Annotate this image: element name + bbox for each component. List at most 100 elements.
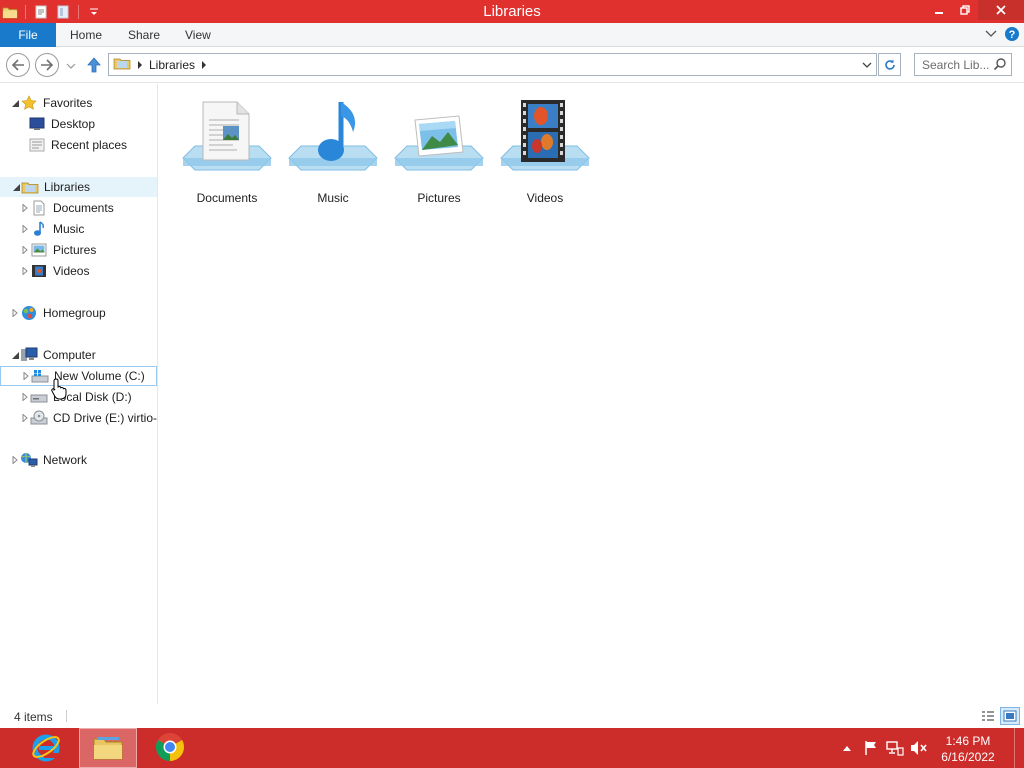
folder-icon[interactable]	[0, 3, 20, 21]
content-pane: Documents Music Pictures Videos	[160, 84, 1024, 704]
help-icon[interactable]: ?	[1004, 26, 1020, 45]
close-button[interactable]	[978, 0, 1024, 20]
forward-button[interactable]	[35, 53, 59, 77]
cd-drive-icon	[30, 410, 48, 426]
expand-ribbon-icon[interactable]	[984, 27, 998, 44]
nav-item-pictures[interactable]: Pictures	[0, 240, 157, 260]
customize-toolbar-icon[interactable]	[84, 3, 104, 21]
tab-home[interactable]: Home	[57, 23, 115, 47]
expand-arrow-icon[interactable]	[20, 245, 30, 255]
refresh-button[interactable]	[878, 53, 901, 76]
details-view-button[interactable]	[978, 707, 998, 725]
documents-icon	[30, 200, 48, 216]
search-input[interactable]	[915, 54, 991, 75]
address-bar[interactable]: Libraries	[108, 53, 877, 76]
nav-item-drive-d[interactable]: Local Disk (D:)	[0, 387, 157, 407]
desktop-icon	[28, 116, 46, 132]
expand-arrow-icon[interactable]	[10, 308, 20, 318]
videos-icon	[30, 263, 48, 279]
videos-library-icon	[495, 96, 595, 188]
network-status-icon[interactable]	[886, 739, 904, 757]
restore-button[interactable]	[952, 0, 978, 20]
show-desktop-button[interactable]	[1014, 728, 1024, 768]
libraries-icon	[21, 179, 39, 195]
volume-muted-icon[interactable]	[910, 739, 928, 757]
taskbar-chrome[interactable]	[141, 728, 199, 768]
clock-date: 6/16/2022	[941, 750, 995, 764]
nav-item-documents[interactable]: Documents	[0, 198, 157, 218]
expand-arrow-icon[interactable]	[20, 413, 30, 423]
svg-text:?: ?	[1009, 29, 1016, 41]
folder-icon	[92, 733, 124, 764]
collapse-arrow-icon[interactable]	[10, 350, 20, 360]
notification-area	[838, 728, 928, 768]
expand-arrow-icon[interactable]	[20, 203, 30, 213]
music-icon	[30, 221, 48, 237]
taskbar-clock[interactable]: 1:46 PM 6/16/2022	[936, 733, 1000, 765]
music-library-icon	[283, 96, 383, 188]
nav-item-favorites[interactable]: Favorites	[0, 93, 157, 113]
library-pictures[interactable]: Pictures	[388, 96, 490, 208]
collapse-arrow-icon[interactable]	[10, 98, 20, 108]
title-bar[interactable]: Libraries	[0, 0, 1024, 23]
expand-arrow-icon[interactable]	[21, 371, 31, 381]
nav-item-cd-drive[interactable]: CD Drive (E:) virtio-win-0.1.2	[0, 408, 157, 428]
nav-item-libraries[interactable]: Libraries	[0, 177, 157, 197]
nav-item-network[interactable]: Network	[0, 450, 157, 470]
breadcrumb-separator-icon[interactable]	[137, 58, 143, 72]
nav-item-desktop[interactable]: Desktop	[0, 114, 157, 134]
nav-item-music[interactable]: Music	[0, 219, 157, 239]
taskbar-internet-explorer[interactable]	[17, 728, 75, 768]
drive-c-icon	[31, 368, 49, 384]
expand-arrow-icon[interactable]	[10, 455, 20, 465]
star-icon	[20, 95, 38, 111]
up-button[interactable]	[85, 56, 103, 74]
properties-icon[interactable]	[31, 3, 51, 21]
library-music[interactable]: Music	[282, 96, 384, 208]
tab-file[interactable]: File	[0, 23, 56, 47]
new-folder-icon[interactable]	[53, 3, 73, 21]
breadcrumb-libraries[interactable]: Libraries	[149, 58, 195, 72]
chrome-icon	[154, 731, 186, 766]
window-title: Libraries	[483, 3, 541, 20]
taskbar-file-explorer[interactable]	[79, 728, 137, 768]
expand-arrow-icon[interactable]	[20, 392, 30, 402]
navigation-bar: Libraries	[0, 47, 1024, 83]
tab-share[interactable]: Share	[115, 23, 173, 47]
large-icons-view-button[interactable]	[1000, 707, 1020, 725]
homegroup-icon	[20, 305, 38, 321]
nav-item-recent-places[interactable]: Recent places	[0, 135, 157, 155]
item-count: 4 items	[14, 710, 53, 724]
quick-access-toolbar	[0, 2, 104, 21]
libraries-location-icon	[113, 56, 131, 73]
expand-arrow-icon[interactable]	[20, 224, 30, 234]
minimize-button[interactable]	[926, 0, 952, 20]
clock-time: 1:46 PM	[945, 734, 991, 748]
action-center-flag-icon[interactable]	[862, 739, 880, 757]
address-history-dropdown[interactable]	[860, 57, 874, 73]
ribbon-tab-bar: File Home Share View ?	[0, 23, 1024, 47]
search-icon[interactable]	[993, 57, 1007, 74]
library-documents[interactable]: Documents	[176, 96, 278, 208]
nav-item-drive-c[interactable]: New Volume (C:)	[0, 366, 157, 386]
nav-item-homegroup[interactable]: Homegroup	[0, 303, 157, 323]
library-videos[interactable]: Videos	[494, 96, 596, 208]
nav-item-computer[interactable]: Computer	[0, 345, 157, 365]
drive-d-icon	[30, 389, 48, 405]
back-button[interactable]	[6, 53, 30, 77]
recent-locations-dropdown[interactable]	[66, 59, 78, 71]
window-controls	[926, 0, 1024, 21]
breadcrumb-chevron-icon[interactable]	[201, 58, 207, 72]
navigation-pane: Favorites Desktop Recent places Librarie…	[0, 84, 158, 704]
pictures-library-icon	[389, 96, 489, 188]
computer-icon	[20, 347, 38, 363]
status-bar: 4 items	[0, 704, 1024, 728]
search-box[interactable]	[914, 53, 1012, 76]
recent-places-icon	[28, 137, 46, 153]
collapse-arrow-icon[interactable]	[11, 182, 21, 192]
taskbar: 1:46 PM 6/16/2022	[0, 728, 1024, 768]
tab-view[interactable]: View	[172, 23, 224, 47]
expand-arrow-icon[interactable]	[20, 266, 30, 276]
nav-item-videos[interactable]: Videos	[0, 261, 157, 281]
show-hidden-icons-icon[interactable]	[838, 739, 856, 757]
